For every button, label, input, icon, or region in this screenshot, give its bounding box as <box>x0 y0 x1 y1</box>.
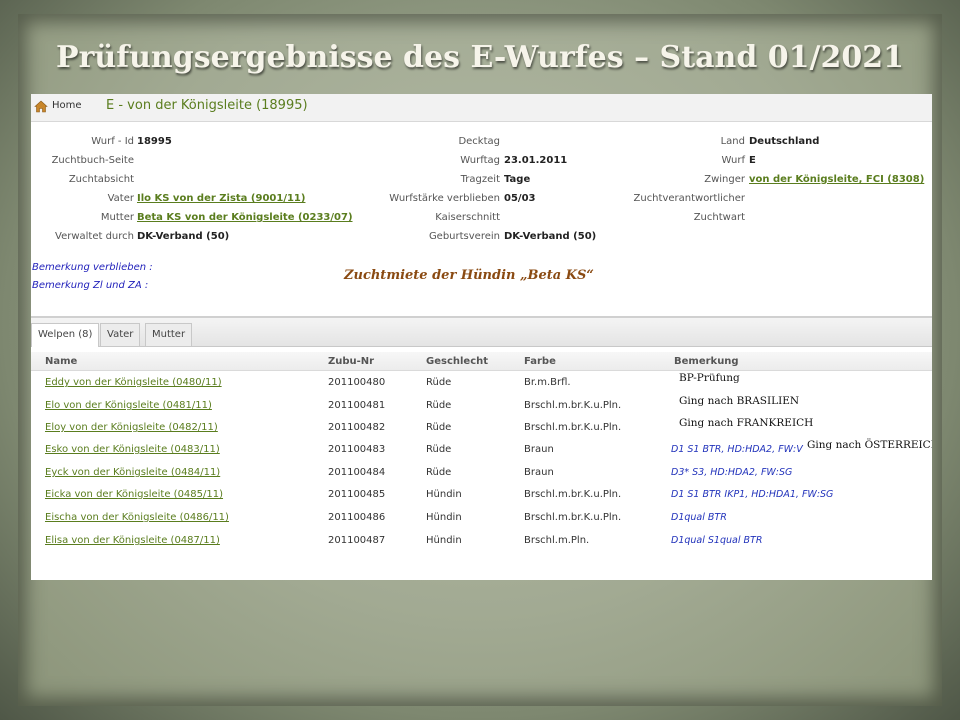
sex: Hündin <box>426 512 462 523</box>
label-zuchtverantwortlicher: Zuchtverantwortlicher <box>633 193 746 204</box>
table-header: Name Zubu-Nr Geschlecht Farbe Bemerkung <box>31 352 932 371</box>
screenshot-panel: Home E - von der Königsleite (18995) Wur… <box>31 94 932 580</box>
handwritten-note: Ging nach FRANKREICH <box>679 417 814 429</box>
value-wurfstaerke: 05/03 <box>504 193 536 204</box>
label-wurf-id: Wurf - Id <box>91 136 134 147</box>
zubu-nr: 201100483 <box>328 444 386 455</box>
slide-title: Prüfungsergebnisse des E-Wurfes – Stand … <box>56 40 904 75</box>
remark: D1qual BTR <box>671 512 727 523</box>
label-wurfstaerke: Wurfstärke verblieben <box>389 193 500 204</box>
link-vater[interactable]: Ilo KS von der Zista (9001/11) <box>137 193 305 204</box>
tab-mutter[interactable]: Mutter <box>145 323 193 346</box>
table-row: Eddy von der Königsleite (0480/11) 20110… <box>31 372 932 394</box>
header-bemerkung[interactable]: Bemerkung <box>674 356 739 367</box>
link-mutter[interactable]: Beta KS von der Königsleite (0233/07) <box>137 212 353 223</box>
coat-color: Braun <box>524 467 554 478</box>
label-kaiserschnitt: Kaiserschnitt <box>435 212 500 223</box>
puppy-name-link[interactable]: Eddy von der Königsleite (0480/11) <box>45 377 222 388</box>
sex: Rüde <box>426 422 452 433</box>
zubu-nr: 201100482 <box>328 422 386 433</box>
label-wurftag: Wurftag <box>460 155 500 166</box>
zubu-nr: 201100485 <box>328 489 386 500</box>
value-tragzeit: Tage <box>504 174 531 185</box>
zubu-nr: 201100487 <box>328 535 386 546</box>
tab-welpen[interactable]: Welpen (8) <box>31 323 100 347</box>
puppy-name-link[interactable]: Eloy von der Königsleite (0482/11) <box>45 422 218 433</box>
value-wurftag: 23.01.2011 <box>504 155 568 166</box>
label-land: Land <box>720 136 745 147</box>
puppy-name-link[interactable]: Eyck von der Königsleite (0484/11) <box>45 467 220 478</box>
coat-color: Brschl.m.br.K.u.Pln. <box>524 489 622 500</box>
sex: Rüde <box>426 467 452 478</box>
coat-color: Br.m.Brfl. <box>524 377 571 388</box>
remark-zl-za: Bemerkung Zl und ZA : <box>32 280 149 291</box>
remark: D1 S1 BTR IKP1, HD:HDA1, FW:SG <box>671 489 834 500</box>
zubu-nr: 201100484 <box>328 467 386 478</box>
handwritten-note: Ging nach BRASILIEN <box>679 395 800 407</box>
sex: Hündin <box>426 489 462 500</box>
label-tragzeit: Tragzeit <box>460 174 500 185</box>
label-wurf: Wurf <box>721 155 745 166</box>
home-link[interactable]: Home <box>52 100 82 111</box>
label-geburtsverein: Geburtsverein <box>428 231 500 242</box>
value-land: Deutschland <box>749 136 820 147</box>
coat-color: Brschl.m.br.K.u.Pln. <box>524 512 622 523</box>
table-row: Eischa von der Königsleite (0486/11) 201… <box>31 507 932 529</box>
page-title: E - von der Königsleite (18995) <box>106 98 308 113</box>
coat-color: Braun <box>524 444 554 455</box>
puppy-name-link[interactable]: Elisa von der Königsleite (0487/11) <box>45 535 220 546</box>
sex: Rüde <box>426 400 452 411</box>
label-verwaltet-durch: Verwaltet durch <box>55 231 134 242</box>
coat-color: Brschl.m.br.K.u.Pln. <box>524 400 622 411</box>
table-row: Elisa von der Königsleite (0487/11) 2011… <box>31 530 932 552</box>
remark: D1qual S1qual BTR <box>671 535 763 546</box>
header-farbe[interactable]: Farbe <box>524 356 556 367</box>
table-row: Elo von der Königsleite (0481/11) 201100… <box>31 395 932 417</box>
header-name[interactable]: Name <box>45 356 77 367</box>
table-row: Eloy von der Königsleite (0482/11) 20110… <box>31 417 932 439</box>
label-mutter: Mutter <box>100 212 134 223</box>
puppy-name-link[interactable]: Esko von der Königsleite (0483/11) <box>45 444 220 455</box>
label-zuchtbuch-seite: Zuchtbuch-Seite <box>51 155 134 166</box>
tab-vater[interactable]: Vater <box>100 323 141 346</box>
sex: Hündin <box>426 535 462 546</box>
remark: D3* S3, HD:HDA2, FW:SG <box>671 467 793 478</box>
sex: Rüde <box>426 377 452 388</box>
label-decktag: Decktag <box>458 136 500 147</box>
sex: Rüde <box>426 444 452 455</box>
breeding-lease-note: Zuchtmiete der Hündin „Beta KS“ <box>344 268 594 283</box>
breadcrumb: Home E - von der Königsleite (18995) <box>31 94 932 122</box>
zubu-nr: 201100481 <box>328 400 386 411</box>
value-verwaltet-durch: DK-Verband (50) <box>137 231 230 242</box>
handwritten-note: BP-Prüfung <box>679 372 740 384</box>
handwritten-note: Ging nach ÖSTERREICH <box>807 439 932 451</box>
zubu-nr: 201100486 <box>328 512 386 523</box>
label-zwinger: Zwinger <box>704 174 745 185</box>
value-geburtsverein: DK-Verband (50) <box>504 231 597 242</box>
table-row: Eyck von der Königsleite (0484/11) 20110… <box>31 462 932 484</box>
coat-color: Brschl.m.Pln. <box>524 535 590 546</box>
link-zwinger[interactable]: von der Königsleite, FCI (8308) <box>749 174 924 185</box>
label-vater: Vater <box>107 193 134 204</box>
table-row: Eicka von der Königsleite (0485/11) 2011… <box>31 484 932 506</box>
puppy-name-link[interactable]: Eicka von der Königsleite (0485/11) <box>45 489 223 500</box>
remark: D1 S1 BTR, HD:HDA2, FW:V <box>671 444 803 455</box>
remark-verblieben: Bemerkung verblieben : <box>32 262 153 273</box>
label-zuchtwart: Zuchtwart <box>693 212 745 223</box>
puppy-name-link[interactable]: Elo von der Königsleite (0481/11) <box>45 400 212 411</box>
value-wurf: E <box>749 155 756 166</box>
tab-bar: Welpen (8) Vater Mutter <box>31 316 932 347</box>
label-zuchtabsicht: Zuchtabsicht <box>68 174 134 185</box>
zubu-nr: 201100480 <box>328 377 386 388</box>
puppy-name-link[interactable]: Eischa von der Königsleite (0486/11) <box>45 512 229 523</box>
value-wurf-id: 18995 <box>137 136 172 147</box>
home-icon[interactable] <box>34 100 48 113</box>
header-zubu-nr[interactable]: Zubu-Nr <box>328 356 374 367</box>
table-row: Esko von der Königsleite (0483/11) 20110… <box>31 439 932 461</box>
coat-color: Brschl.m.br.K.u.Pln. <box>524 422 622 433</box>
header-geschlecht[interactable]: Geschlecht <box>426 356 488 367</box>
